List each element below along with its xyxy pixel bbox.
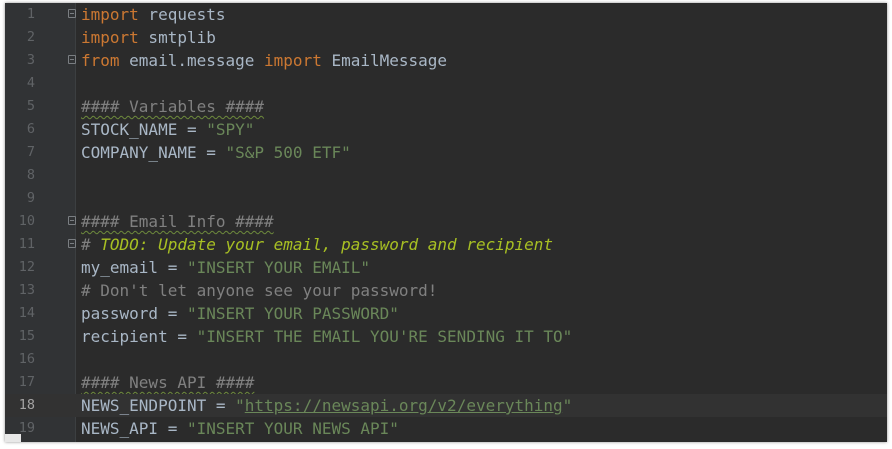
code-text: #### News API #### xyxy=(81,371,254,394)
code-text: # TODO: Update your email, password and … xyxy=(81,233,553,256)
code-token: "INSERT YOUR NEWS API" xyxy=(186,419,399,438)
line-number: 7 xyxy=(26,144,35,160)
line-number: 15 xyxy=(18,328,35,344)
line-number: 10 xyxy=(18,213,35,229)
code-token: password = xyxy=(81,304,187,323)
fold-toggle-icon[interactable] xyxy=(68,55,76,64)
code-text: my_email = "INSERT YOUR EMAIL" xyxy=(81,256,370,279)
code-token: # xyxy=(81,235,101,254)
code-line[interactable]: 19 NEWS_API = "INSERT YOUR NEWS API" xyxy=(5,417,887,440)
line-number: 12 xyxy=(18,259,35,275)
code-token: "INSERT YOUR PASSWORD" xyxy=(186,304,399,323)
code-line[interactable]: 7 COMPANY_NAME = "S&P 500 ETF" xyxy=(5,141,887,164)
code-line[interactable]: 12 my_email = "INSERT YOUR EMAIL" xyxy=(5,256,887,279)
code-text: import smtplib xyxy=(81,26,216,49)
code-token: "SPY" xyxy=(206,120,255,139)
code-text: STOCK_NAME = "SPY" xyxy=(81,118,254,141)
code-token: #### Variables #### xyxy=(81,97,265,116)
code-line[interactable]: 4 xyxy=(5,72,887,95)
line-number: 16 xyxy=(18,351,35,367)
line-number: 11 xyxy=(18,236,35,252)
code-token: NEWS_API = xyxy=(81,419,187,438)
code-text: #### Variables #### xyxy=(81,95,264,118)
code-line[interactable]: 11 # TODO: Update your email, password an… xyxy=(5,233,887,256)
code-text: NEWS_API = "INSERT YOUR NEWS API" xyxy=(81,417,399,440)
code-line[interactable]: 14 password = "INSERT YOUR PASSWORD" xyxy=(5,302,887,325)
code-line[interactable]: 3 from email.message import EmailMessage xyxy=(5,49,887,72)
line-number: 5 xyxy=(26,98,35,114)
code-token: #### Email Info #### xyxy=(81,212,274,231)
code-line[interactable]: 18 NEWS_ENDPOINT = "https://newsapi.org/v… xyxy=(5,394,887,417)
code-line[interactable]: 9 xyxy=(5,187,887,210)
line-number: 6 xyxy=(26,121,35,137)
fold-toggle-icon[interactable] xyxy=(68,216,76,225)
line-number: 8 xyxy=(26,167,35,183)
code-token: " xyxy=(235,396,245,415)
line-number: 1 xyxy=(26,6,35,22)
line-number: 3 xyxy=(26,52,35,68)
line-number: 17 xyxy=(18,374,35,390)
code-token: my_email = xyxy=(81,258,187,277)
code-token: import xyxy=(81,5,139,24)
code-text: NEWS_ENDPOINT = "https://newsapi.org/v2/… xyxy=(81,394,572,417)
code-line[interactable]: 15 recipient = "INSERT THE EMAIL YOU'RE S… xyxy=(5,325,887,348)
code-token: #### News API #### xyxy=(81,373,255,392)
code-line[interactable]: 5 #### Variables #### xyxy=(5,95,887,118)
code-token: "INSERT THE EMAIL YOU'RE SENDING IT TO" xyxy=(196,327,573,346)
code-line[interactable]: 10 #### Email Info #### xyxy=(5,210,887,233)
code-text: COMPANY_NAME = "S&P 500 ETF" xyxy=(81,141,351,164)
code-token: smtplib xyxy=(138,28,216,47)
code-line[interactable]: 16 xyxy=(5,348,887,371)
code-token: import xyxy=(81,28,139,47)
code-token: " xyxy=(562,396,573,415)
fold-toggle-icon[interactable] xyxy=(68,9,76,18)
code-token: COMPANY_NAME = xyxy=(81,143,226,162)
line-number: 18 xyxy=(18,397,35,413)
code-text: recipient = "INSERT THE EMAIL YOU'RE SEN… xyxy=(81,325,572,348)
code-line[interactable]: 6 STOCK_NAME = "SPY" xyxy=(5,118,887,141)
scroll-corner-indicator xyxy=(5,434,21,442)
code-token: import xyxy=(264,51,322,70)
code-token: requests xyxy=(138,5,226,24)
code-token: # Don't let anyone see your password! xyxy=(81,281,438,300)
code-token[interactable]: https://newsapi.org/v2/everything xyxy=(245,396,563,415)
code-line[interactable]: 17 #### News API #### xyxy=(5,371,887,394)
code-text: password = "INSERT YOUR PASSWORD" xyxy=(81,302,399,325)
code-token: TODO: Update your email, password and re… xyxy=(100,235,554,254)
code-text: import requests xyxy=(81,3,226,26)
code-token: NEWS_ENDPOINT = xyxy=(81,396,236,415)
code-editor[interactable]: 1 import requests 2 import smtplib 3 from ema… xyxy=(5,3,887,442)
code-text: #### Email Info #### xyxy=(81,210,274,233)
code-text: from email.message import EmailMessage xyxy=(81,49,447,72)
line-number: 14 xyxy=(18,305,35,321)
code-token: from xyxy=(81,51,120,70)
line-number: 2 xyxy=(26,29,35,45)
fold-toggle-icon[interactable] xyxy=(68,239,76,248)
code-line[interactable]: 1 import requests xyxy=(5,3,887,26)
code-token: recipient = xyxy=(81,327,197,346)
line-number: 9 xyxy=(26,190,35,206)
code-line[interactable]: 8 xyxy=(5,164,887,187)
line-number: 4 xyxy=(26,75,35,91)
code-token: "INSERT YOUR EMAIL" xyxy=(186,258,370,277)
code-line[interactable]: 2 import smtplib xyxy=(5,26,887,49)
code-text: # Don't let anyone see your password! xyxy=(81,279,437,302)
code-line[interactable]: 13 # Don't let anyone see your password! xyxy=(5,279,887,302)
code-token: "S&P 500 ETF" xyxy=(225,143,351,162)
code-token: EmailMessage xyxy=(321,51,448,70)
code-token: email.message xyxy=(119,51,265,70)
code-token: STOCK_NAME = xyxy=(81,120,207,139)
line-number: 13 xyxy=(18,282,35,298)
